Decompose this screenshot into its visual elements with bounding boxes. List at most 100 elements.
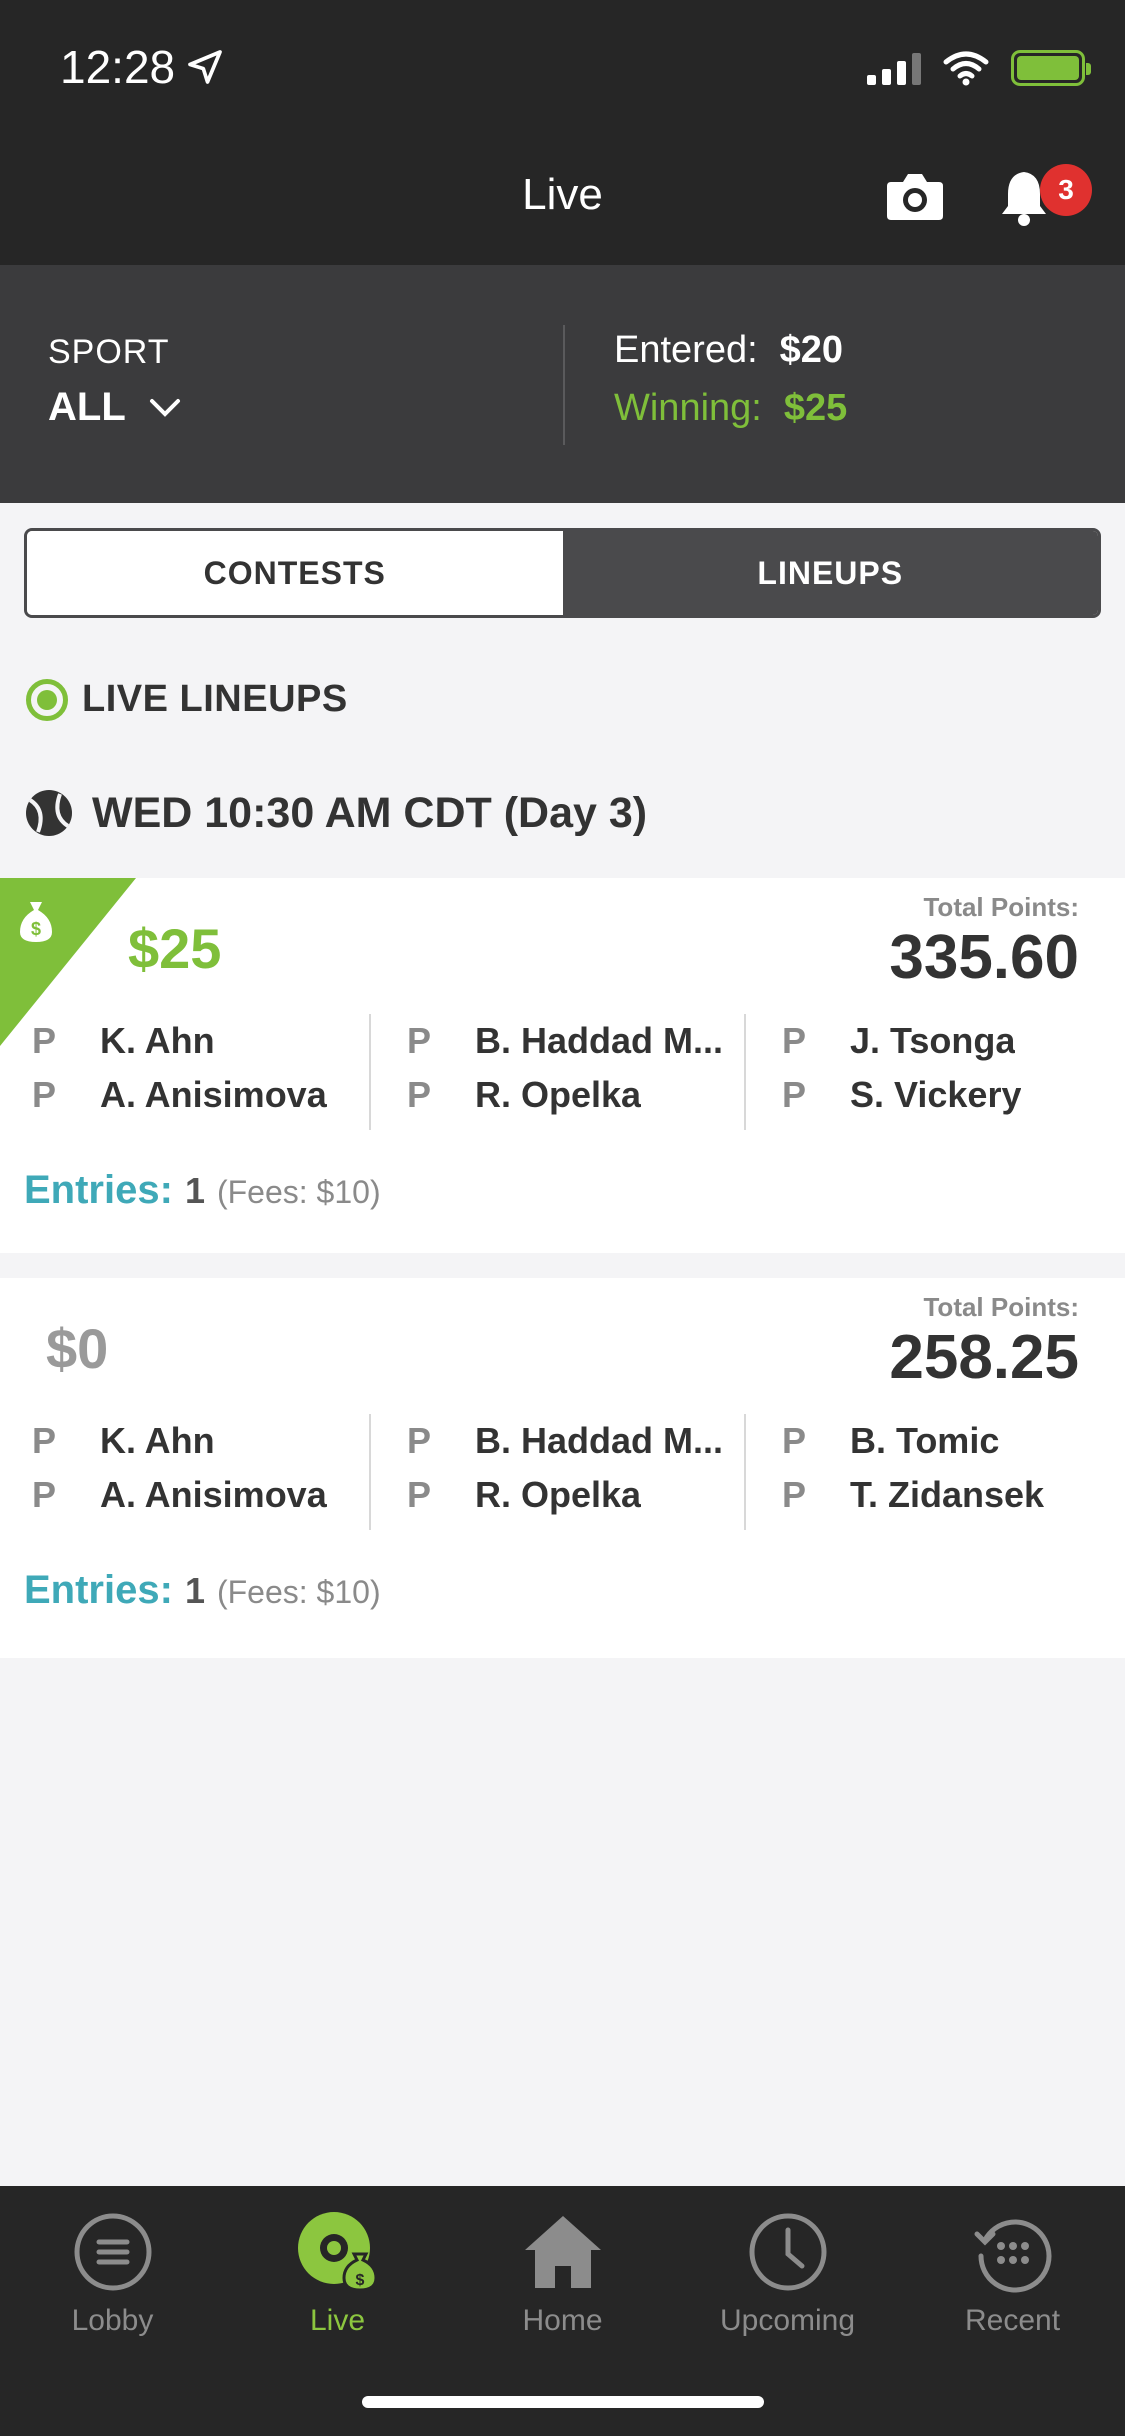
sport-value: ALL bbox=[48, 385, 126, 429]
tab-recent[interactable]: Recent bbox=[900, 2210, 1125, 2338]
sport-label: SPORT bbox=[48, 333, 170, 371]
entries-fees: (Fees: $10) bbox=[216, 1174, 381, 1210]
signal-icon bbox=[867, 51, 921, 85]
players-column: P B. Haddad M... P R. Opelka bbox=[369, 1014, 750, 1130]
player-position: P bbox=[407, 1474, 432, 1515]
player-row: P B. Haddad M... bbox=[407, 1014, 750, 1068]
winning-summary: Winning: $25 bbox=[614, 387, 847, 430]
player-name: A. Anisimova bbox=[100, 1074, 327, 1115]
summary-divider bbox=[563, 325, 565, 445]
entries-label: Entries: bbox=[24, 1568, 173, 1612]
player-row: P R. Opelka bbox=[407, 1068, 750, 1122]
player-name: R. Opelka bbox=[475, 1474, 642, 1515]
player-row: P R. Opelka bbox=[407, 1468, 750, 1522]
history-icon bbox=[974, 2219, 1051, 2293]
players-column: P K. Ahn P A. Anisimova bbox=[0, 1414, 375, 1530]
winning-value: $25 bbox=[783, 387, 848, 429]
tab-label: Recent bbox=[964, 2304, 1061, 2337]
player-row: P K. Ahn bbox=[32, 1014, 375, 1068]
tab-live[interactable]: $ Live bbox=[225, 2210, 450, 2338]
chevron-down-icon bbox=[149, 398, 180, 417]
top-bar: 12:28 Live 3 bbox=[0, 0, 1125, 265]
status-time-text: 12:28 bbox=[60, 41, 176, 93]
player-position: P bbox=[32, 1420, 57, 1461]
total-points-label: Total Points: bbox=[923, 1292, 1079, 1322]
player-name: J. Tsonga bbox=[850, 1020, 1016, 1061]
player-name: S. Vickery bbox=[850, 1074, 1022, 1115]
player-name: K. Ahn bbox=[100, 1420, 215, 1461]
player-position: P bbox=[782, 1420, 807, 1461]
date-group-heading: WED 10:30 AM CDT (Day 3) bbox=[24, 788, 647, 838]
battery-icon bbox=[1011, 50, 1091, 86]
date-group-title: WED 10:30 AM CDT (Day 3) bbox=[92, 788, 648, 837]
tab-label: Lobby bbox=[71, 2304, 154, 2337]
player-row: P K. Ahn bbox=[32, 1414, 375, 1468]
segmented-tabs: CONTESTS LINEUPS bbox=[24, 528, 1101, 618]
total-points-value: 258.25 bbox=[889, 1323, 1079, 1392]
status-icons bbox=[867, 50, 1091, 86]
tab-upcoming[interactable]: Upcoming bbox=[675, 2210, 900, 2338]
player-position: P bbox=[32, 1474, 57, 1515]
svg-text:$: $ bbox=[31, 919, 41, 939]
total-points-label: Total Points: bbox=[923, 892, 1079, 922]
live-indicator-icon bbox=[26, 678, 68, 721]
svg-text:$: $ bbox=[355, 2272, 364, 2289]
players-column: P J. Tsonga P S. Vickery bbox=[744, 1014, 1125, 1130]
total-points-value: 335.60 bbox=[889, 923, 1079, 992]
camera-icon[interactable] bbox=[885, 170, 945, 222]
player-position: P bbox=[407, 1020, 432, 1061]
players-column: P K. Ahn P A. Anisimova bbox=[0, 1014, 375, 1130]
status-time: 12:28 bbox=[60, 40, 225, 94]
home-icon bbox=[524, 2216, 601, 2288]
player-row: P T. Zidansek bbox=[782, 1468, 1125, 1522]
page-title: Live bbox=[522, 170, 603, 219]
tab-lobby[interactable]: Lobby bbox=[0, 2210, 225, 2338]
player-name: R. Opelka bbox=[475, 1074, 642, 1115]
entries-info[interactable]: Entries: 1 (Fees: $10) bbox=[24, 1568, 381, 1613]
tab-lineups[interactable]: LINEUPS bbox=[562, 531, 1098, 615]
players-grid: P K. Ahn P A. Anisimova P B. Haddad M... P R… bbox=[0, 1414, 1125, 1530]
lineup-card[interactable]: $0 Total Points: 258.25 P K. Ahn P A. Anis… bbox=[0, 1278, 1125, 1658]
tab-label: Home bbox=[522, 2304, 603, 2337]
player-name: B. Tomic bbox=[850, 1420, 1000, 1461]
player-position: P bbox=[782, 1474, 807, 1515]
sport-dropdown[interactable]: ALL bbox=[48, 385, 182, 430]
entered-summary: Entered: $20 bbox=[614, 329, 843, 372]
player-row: P B. Haddad M... bbox=[407, 1414, 750, 1468]
menu-circle-icon bbox=[74, 2213, 151, 2291]
tab-label: Live bbox=[309, 2304, 366, 2337]
player-name: K. Ahn bbox=[100, 1020, 215, 1061]
home-indicator[interactable] bbox=[362, 2396, 764, 2408]
entries-fees: (Fees: $10) bbox=[216, 1574, 381, 1610]
player-position: P bbox=[782, 1074, 807, 1115]
tab-home[interactable]: Home bbox=[450, 2210, 675, 2338]
entered-value: $20 bbox=[779, 329, 844, 371]
player-row: P S. Vickery bbox=[782, 1068, 1125, 1122]
clock-icon bbox=[749, 2213, 826, 2291]
notification-badge: 3 bbox=[1040, 164, 1092, 216]
entries-count: 1 bbox=[184, 1170, 205, 1211]
tab-contests[interactable]: CONTESTS bbox=[27, 531, 563, 615]
player-row: P A. Anisimova bbox=[32, 1468, 375, 1522]
lineup-winnings: $25 bbox=[128, 917, 222, 980]
money-bag-icon: $ bbox=[20, 902, 52, 942]
entered-label: Entered: bbox=[614, 329, 758, 371]
player-row: P J. Tsonga bbox=[782, 1014, 1125, 1068]
player-position: P bbox=[32, 1074, 57, 1115]
location-arrow-icon bbox=[188, 50, 222, 84]
entries-count: 1 bbox=[184, 1570, 205, 1611]
player-position: P bbox=[407, 1074, 432, 1115]
player-name: T. Zidansek bbox=[850, 1474, 1045, 1515]
players-grid: P K. Ahn P A. Anisimova P B. Haddad M... P R… bbox=[0, 1014, 1125, 1130]
player-name: B. Haddad M... bbox=[475, 1020, 724, 1061]
section-title: LIVE LINEUPS bbox=[82, 678, 348, 720]
live-lineups-heading: LIVE LINEUPS bbox=[26, 678, 348, 721]
players-column: P B. Haddad M... P R. Opelka bbox=[369, 1414, 750, 1530]
lineup-card[interactable]: $ $25 Total Points: 335.60 P K. Ahn P A. A… bbox=[0, 878, 1125, 1253]
player-position: P bbox=[32, 1020, 57, 1061]
tab-label: Upcoming bbox=[719, 2304, 856, 2337]
player-row: P A. Anisimova bbox=[32, 1068, 375, 1122]
wifi-icon bbox=[943, 51, 989, 86]
entries-label: Entries: bbox=[24, 1168, 173, 1212]
entries-info[interactable]: Entries: 1 (Fees: $10) bbox=[24, 1168, 381, 1213]
